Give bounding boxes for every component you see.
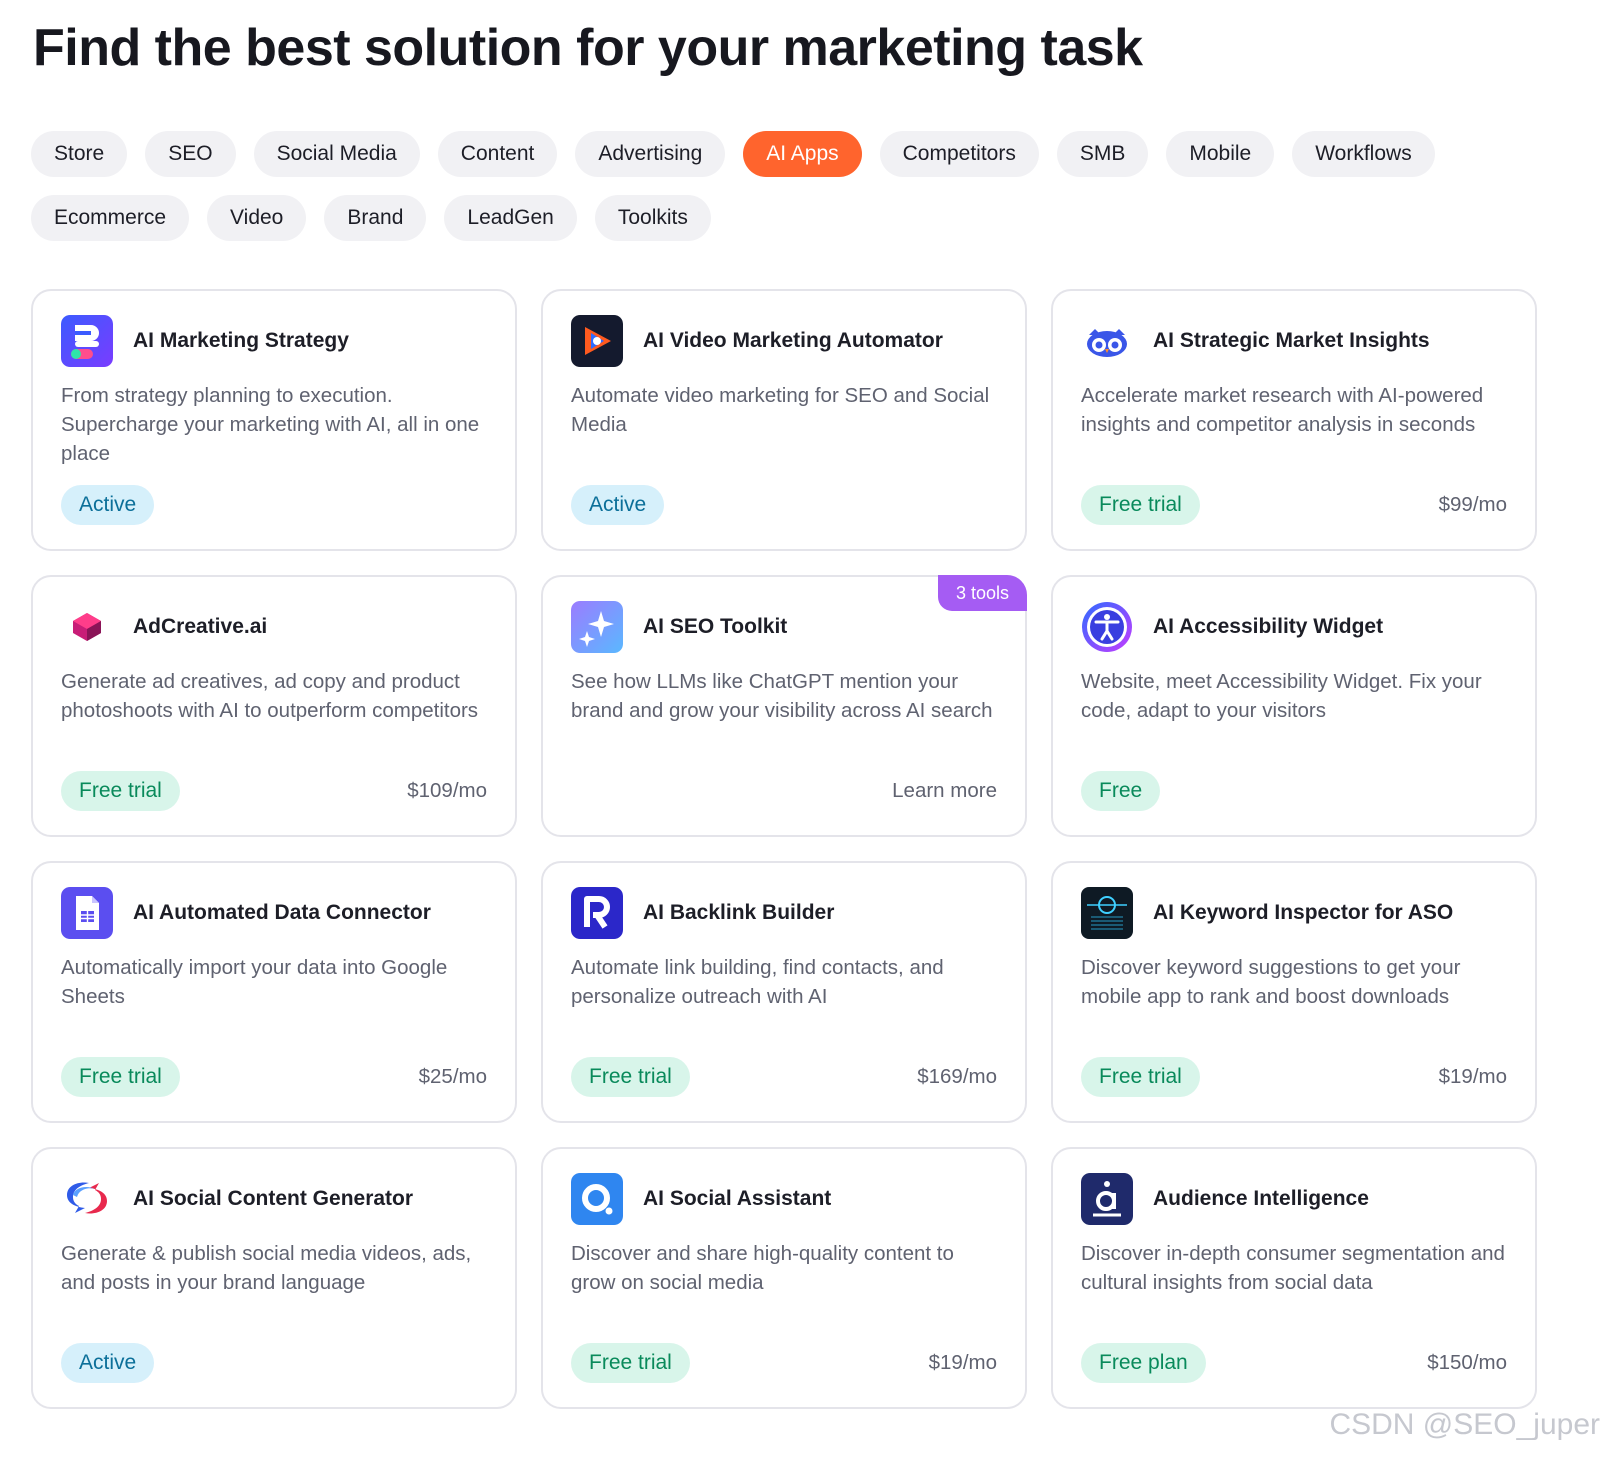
price-label: $150/mo	[1427, 1351, 1507, 1374]
filter-ecommerce[interactable]: Ecommerce	[31, 195, 190, 241]
card-title: AI SEO Toolkit	[643, 615, 788, 638]
status-badge: Active	[61, 485, 155, 525]
filter-social-media[interactable]: Social Media	[253, 131, 420, 177]
filter-smb[interactable]: SMB	[1056, 131, 1149, 177]
chat-bubbles-icon	[61, 1173, 113, 1225]
app-card[interactable]: AI Strategic Market Insights Accelerate …	[1051, 289, 1537, 551]
status-badge: Active	[571, 485, 665, 525]
page-title: Find the best solution for your marketin…	[33, 19, 1143, 77]
sheets-icon	[61, 887, 113, 939]
price-label: $19/mo	[1438, 1065, 1507, 1088]
sparkle-icon	[571, 601, 623, 653]
card-description: Generate & publish social media videos, …	[61, 1242, 472, 1294]
app-card[interactable]: AI Video Marketing Automator Automate vi…	[541, 289, 1027, 551]
filter-mobile[interactable]: Mobile	[1166, 131, 1275, 177]
tools-count-tag: 3 tools	[937, 575, 1027, 611]
learn-more-link[interactable]: Learn more	[892, 779, 997, 803]
card-title: AI Video Marketing Automator	[643, 329, 943, 352]
status-badge: Free trial	[1081, 485, 1200, 525]
status-badge: Free trial	[61, 771, 180, 811]
app-grid: AI Marketing Strategy From strategy plan…	[31, 289, 1537, 1409]
card-description: Discover in-depth consumer segmentation …	[1081, 1242, 1505, 1294]
status-badge: Active	[61, 1343, 155, 1383]
status-badge: Free trial	[571, 1343, 690, 1383]
status-badge: Free	[1081, 771, 1161, 811]
letter-a-icon	[1081, 1173, 1133, 1225]
card-description: Automatically import your data into Goog…	[61, 956, 448, 1008]
status-badge: Free plan	[1081, 1343, 1206, 1383]
cube-icon	[61, 601, 113, 653]
card-title: AI Social Assistant	[643, 1187, 832, 1210]
card-description: See how LLMs like ChatGPT mention your b…	[571, 670, 993, 722]
app-card[interactable]: AI Automated Data Connector Automaticall…	[31, 861, 517, 1123]
card-title: AI Automated Data Connector	[133, 901, 431, 924]
price-label: $109/mo	[407, 779, 487, 802]
app-card[interactable]: AI Accessibility Widget Website, meet Ac…	[1051, 575, 1537, 837]
letter-r-icon	[571, 887, 623, 939]
card-description: Automate video marketing for SEO and Soc…	[571, 384, 990, 436]
app-card[interactable]: AI Backlink Builder Automate link buildi…	[541, 861, 1027, 1123]
price-label: $169/mo	[917, 1065, 997, 1088]
filter-leadgen[interactable]: LeadGen	[444, 195, 577, 241]
watermark: CSDN @SEO_juper	[1329, 1408, 1600, 1441]
filter-brand[interactable]: Brand	[324, 195, 427, 241]
filter-store[interactable]: Store	[31, 131, 128, 177]
category-filters: Store SEO Social Media Content Advertisi…	[31, 131, 1551, 259]
app-card[interactable]: AI Keyword Inspector for ASO Discover ke…	[1051, 861, 1537, 1123]
filter-workflows[interactable]: Workflows	[1292, 131, 1435, 177]
card-description: Discover and share high-quality content …	[571, 1242, 954, 1294]
price-label: $25/mo	[418, 1065, 487, 1088]
card-description: Accelerate market research with AI-power…	[1081, 384, 1484, 436]
card-title: AI Marketing Strategy	[133, 329, 349, 352]
filter-ai-apps[interactable]: AI Apps	[743, 131, 862, 177]
app-card[interactable]: AI Social Assistant Discover and share h…	[541, 1147, 1027, 1409]
filter-advertising[interactable]: Advertising	[575, 131, 726, 177]
app-card[interactable]: 3 tools AI SEO Toolkit See how LLMs like…	[541, 575, 1027, 837]
filter-seo[interactable]: SEO	[145, 131, 236, 177]
card-title: AI Backlink Builder	[643, 901, 835, 924]
status-badge: Free trial	[61, 1057, 180, 1097]
price-label: $19/mo	[928, 1351, 997, 1374]
card-description: Website, meet Accessibility Widget. Fix …	[1081, 670, 1482, 722]
owl-icon	[1081, 315, 1133, 367]
card-title: AI Strategic Market Insights	[1153, 329, 1430, 352]
status-badge: Free trial	[1081, 1057, 1200, 1097]
status-badge: Free trial	[571, 1057, 690, 1097]
app-card[interactable]: AI Marketing Strategy From strategy plan…	[31, 289, 517, 551]
video-play-icon	[571, 315, 623, 367]
card-description: Automate link building, find contacts, a…	[571, 956, 944, 1008]
card-title: AI Accessibility Widget	[1153, 615, 1384, 638]
accessibility-icon	[1081, 601, 1133, 653]
card-description: From strategy planning to execution. Sup…	[61, 384, 480, 465]
filter-competitors[interactable]: Competitors	[879, 131, 1039, 177]
card-description: Discover keyword suggestions to get your…	[1081, 956, 1461, 1008]
card-title: Audience Intelligence	[1153, 1187, 1369, 1210]
card-title: AI Social Content Generator	[133, 1187, 414, 1210]
ring-icon	[571, 1173, 623, 1225]
filter-content[interactable]: Content	[437, 131, 558, 177]
filter-video[interactable]: Video	[207, 195, 307, 241]
card-title: AI Keyword Inspector for ASO	[1153, 901, 1454, 924]
scanner-icon	[1081, 887, 1133, 939]
price-label: $99/mo	[1438, 493, 1507, 516]
card-title: AdCreative.ai	[133, 615, 268, 638]
app-card[interactable]: Audience Intelligence Discover in-depth …	[1051, 1147, 1537, 1409]
marketing-strategy-icon	[61, 315, 113, 367]
app-card[interactable]: AI Social Content Generator Generate & p…	[31, 1147, 517, 1409]
filter-toolkits[interactable]: Toolkits	[594, 195, 711, 241]
app-card[interactable]: AdCreative.ai Generate ad creatives, ad …	[31, 575, 517, 837]
card-description: Generate ad creatives, ad copy and produ…	[61, 670, 479, 722]
